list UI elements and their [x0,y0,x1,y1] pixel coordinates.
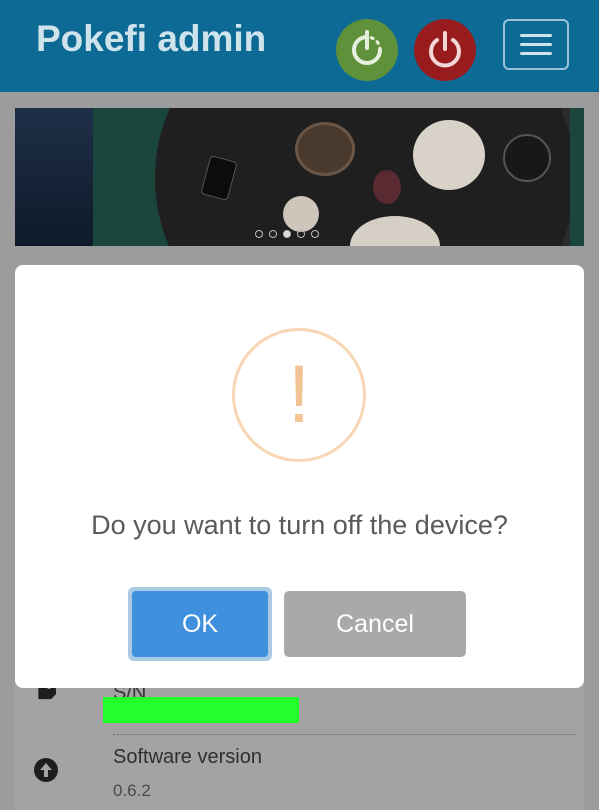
ok-button[interactable]: OK [128,587,272,661]
software-version-value: 0.6.2 [113,781,151,800]
dialog-question: Do you want to turn off the device? [91,510,508,540]
banner-coffee-cup [283,196,319,232]
carousel-dot[interactable] [269,230,277,238]
carousel-dot[interactable] [297,230,305,238]
software-version-label: Software version [113,746,262,768]
carousel-dot-active[interactable] [283,230,291,238]
app-title: Pokefi admin [36,18,267,59]
ok-button-label: OK [132,591,268,657]
banner-left-image [15,108,95,246]
menu-button[interactable] [503,19,569,70]
banner-plate-croissant [295,122,355,176]
header-bar: Pokefi admin [0,0,599,92]
sn-value-highlight [103,697,299,723]
banner-cup-berries [373,170,401,204]
banner-carousel[interactable] [15,108,584,246]
carousel-dot[interactable] [311,230,319,238]
banner-plate-dessert [503,134,551,182]
reboot-icon [352,30,382,65]
carousel-indicator [255,230,319,238]
menu-bar [520,43,552,46]
warning-exclamation: ! [287,349,311,440]
menu-bar [520,52,552,55]
banner-plate-cake [413,120,485,190]
power-icon [429,31,461,68]
carousel-dot[interactable] [255,230,263,238]
menu-bar [520,34,552,37]
banner-right-panel [570,108,584,246]
upload-arrow-icon [34,758,58,782]
cancel-button[interactable]: Cancel [284,591,466,657]
power-button[interactable] [414,19,476,81]
reboot-button[interactable] [336,19,398,81]
list-divider [113,734,575,735]
